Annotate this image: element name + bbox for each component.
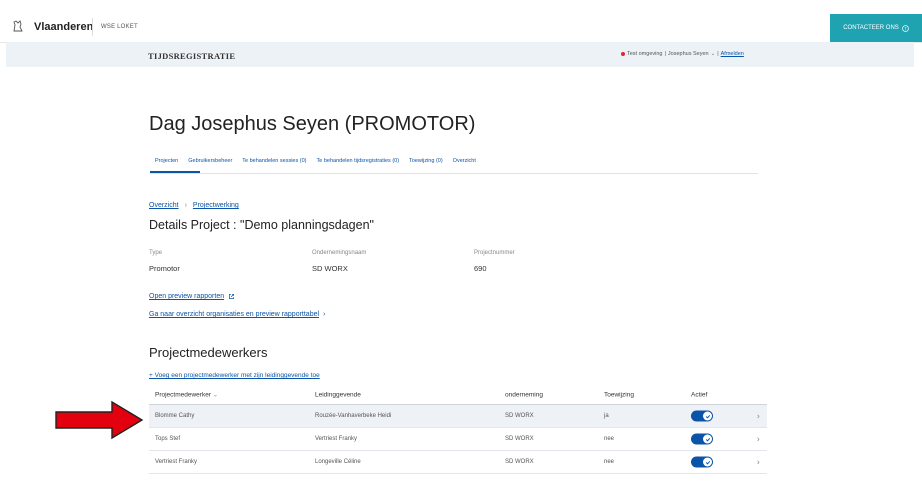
actief-toggle[interactable] [691,433,713,445]
brand-name[interactable]: Vlaanderen [34,21,93,33]
leidinggevende-cell: Rouzée-Vanhaverbeke Heidi [315,413,392,419]
check-icon [703,411,712,421]
global-header [0,14,922,43]
col-toewijzing: Toewijzing [604,391,634,399]
toewijzing-cell: nee [604,459,615,465]
tab-overzicht[interactable]: Overzicht [453,158,476,164]
type-value: Promotor [149,264,180,273]
col-leidinggevende: Leidinggevende [315,391,361,399]
app-header [6,42,914,67]
ondernemingsnaam-value: SD WORX [312,264,348,273]
sub-brand[interactable]: WSE LOKET [101,24,138,30]
col-projectmedewerker[interactable]: Projectmedewerker ⌄ [155,392,218,399]
tab-bar: Projecten Gebruikersbeheer Te behandelen… [155,158,476,164]
onderneming-cell: SD WORX [505,436,534,442]
medewerker-cell: Tops Stef [155,436,181,442]
check-icon [703,434,712,444]
col-projectmedewerker-label: Projectmedewerker [155,391,211,399]
ondernemingsnaam-label: Ondernemingsnaam [312,250,367,256]
environment-status-dot [621,52,625,56]
header-divider [92,18,93,36]
project-members-title: Projectmedewerkers [149,345,268,360]
onderneming-cell: SD WORX [505,413,534,419]
tab-toewijzing[interactable]: Toewijzing (0) [409,158,443,164]
actief-toggle[interactable] [691,456,713,468]
toewijzing-cell: nee [604,436,615,442]
onderneming-cell: SD WORX [505,459,534,465]
overview-orgs-link[interactable]: Ga naar overzicht organisaties en previe… [149,311,325,318]
page-title: Dag Josephus Seyen (PROMOTOR) [149,113,476,135]
toewijzing-cell: ja [604,413,609,419]
medewerker-cell: Blomme Cathy [155,413,195,419]
chevron-right-icon[interactable]: › [757,458,760,467]
sort-chevron-icon[interactable]: ⌄ [213,393,218,399]
actief-toggle[interactable] [691,410,713,422]
projectnummer-value: 690 [474,264,487,273]
table-row[interactable]: Vertriest Franky Longeville Céline SD WO… [149,451,767,474]
app-title: TIJDSREGISTRATIE [148,51,236,61]
chevron-right-icon[interactable]: › [757,435,760,444]
leidinggevende-cell: Vertriest Franky [315,436,358,442]
red-annotation-arrow-icon [55,400,144,440]
tabs-divider [150,173,758,174]
breadcrumb-projectwerking[interactable]: Projectwerking [193,202,239,209]
projectnummer-label: Projectnummer [474,250,515,256]
external-link-icon [229,294,235,299]
logout-link[interactable]: Afmelden [721,51,744,57]
contact-button[interactable]: CONTACTEER ONS ? [830,14,922,42]
question-icon: ? [901,24,909,32]
environment-bar: Test omgeving | Josephus Seyen ⌄ | Afmel… [621,51,744,57]
breadcrumb-separator: › [184,202,187,209]
col-onderneming: onderneming [505,391,543,399]
tab-projecten[interactable]: Projecten [155,158,178,164]
chevron-right-icon: › [323,311,326,318]
add-project-member-link[interactable]: + Voeg een projectmedewerker met zijn le… [149,372,320,379]
tab-te-behandelen-sessies[interactable]: Te behandelen sessies (0) [242,158,306,164]
type-label: Type [149,250,163,256]
col-actief: Actief [691,391,708,399]
breadcrumb-overzicht[interactable]: Overzicht [149,202,179,209]
check-icon [703,457,712,467]
medewerker-cell: Vertriest Franky [155,459,198,465]
chevron-right-icon[interactable]: › [757,412,760,421]
tab-gebruikersbeheer[interactable]: Gebruikersbeheer [188,158,232,164]
flemish-lion-logo-icon[interactable] [12,19,24,33]
environment-label: Test omgeving [627,51,663,57]
leidinggevende-cell: Longeville Céline [315,459,361,465]
overview-orgs-label[interactable]: Ga naar overzicht organisaties en previe… [149,311,319,318]
table-row[interactable]: Tops Stef Vertriest Franky SD WORX nee › [149,428,767,451]
open-preview-reports-link[interactable]: Open preview rapporten [149,293,235,300]
chevron-down-icon[interactable]: ⌄ [711,51,716,57]
open-preview-reports-label[interactable]: Open preview rapporten [149,293,224,300]
table-header: Projectmedewerker ⌄ Leidinggevende onder… [149,386,767,405]
user-menu[interactable]: Josephus Seyen [668,51,709,57]
svg-text:?: ? [904,26,906,31]
tab-te-behandelen-tijdsregistraties[interactable]: Te behandelen tijdsregistraties (0) [317,158,400,164]
details-title: Details Project : "Demo planningsdagen" [149,218,374,232]
breadcrumb: Overzicht › Projectwerking [149,202,239,209]
table-row[interactable]: Blomme Cathy Rouzée-Vanhaverbeke Heidi S… [149,405,767,428]
active-tab-indicator [150,171,200,173]
contact-label: CONTACTEER ONS [843,25,899,31]
